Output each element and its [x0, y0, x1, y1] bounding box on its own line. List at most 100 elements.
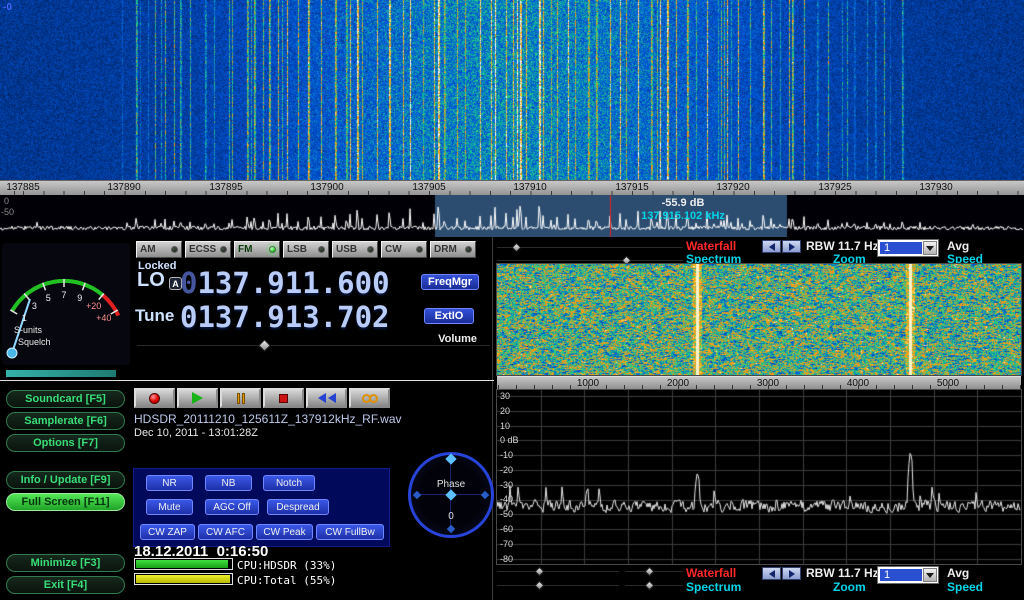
combo-dropdown-button[interactable] — [923, 241, 937, 255]
led-icon — [171, 246, 178, 253]
main-spectrum[interactable]: 0 -50 -55.9 dB 137.915.102 kHz — [0, 195, 1024, 237]
mode-usb[interactable]: USB — [332, 241, 378, 258]
nb-button[interactable]: NB — [205, 475, 252, 491]
main-spectrum-slider-1[interactable] — [497, 581, 619, 591]
db-axis-label: -50 — [500, 509, 513, 519]
led-icon — [220, 246, 227, 253]
svg-text:3: 3 — [32, 301, 37, 311]
volume-slider[interactable] — [137, 341, 490, 351]
tune-frequency-display[interactable]: 0137.913.702 — [180, 300, 390, 334]
main-waterfall[interactable] — [0, 0, 1024, 180]
options-button[interactable]: Options [F7] — [6, 434, 125, 452]
slider-thumb[interactable] — [644, 581, 654, 591]
cpu-hdsdr-text: CPU:HDSDR (33%) — [237, 559, 336, 572]
phase-value: 0 — [411, 511, 491, 522]
panel-divider — [492, 237, 493, 600]
left-arrow-icon — [769, 570, 775, 578]
rbw-label: RBW 11.7 Hz — [806, 239, 879, 253]
slider-thumb[interactable] — [534, 581, 544, 591]
avg-combo[interactable]: 1 — [877, 239, 939, 257]
svg-text:+20: +20 — [86, 301, 101, 311]
right-arrow-icon — [789, 570, 795, 578]
cw-zap-button[interactable]: CW ZAP — [140, 524, 195, 540]
rbw-label-bottom: RBW 11.7 Hz — [806, 566, 879, 580]
db-axis-label: -30 — [500, 480, 513, 490]
despread-button[interactable]: Despread — [267, 499, 329, 515]
zoom-waterfall-canvas[interactable] — [497, 264, 1021, 375]
combo-dropdown-button[interactable] — [923, 568, 937, 582]
phase-bottom-marker-icon — [447, 525, 455, 533]
db-axis-label: -40 — [500, 494, 513, 504]
shift-left-button[interactable] — [762, 240, 781, 253]
led-icon — [465, 246, 472, 253]
waterfall-mode-label-bottom[interactable]: Waterfall — [686, 566, 736, 580]
phase-label: Phase — [411, 479, 491, 490]
mode-lsb[interactable]: LSB — [283, 241, 329, 258]
zoom-waterfall-slider[interactable] — [497, 243, 683, 253]
slider-thumb[interactable] — [534, 567, 544, 577]
cw-afc-button[interactable]: CW AFC — [198, 524, 253, 540]
divider-line — [0, 380, 494, 381]
avg-combo-bottom[interactable]: 1 — [877, 566, 939, 584]
mode-ecss[interactable]: ECSS — [185, 241, 231, 258]
nr-button[interactable]: NR — [146, 475, 193, 491]
rewind-button[interactable] — [306, 388, 347, 408]
shift-right-button[interactable] — [782, 567, 801, 580]
minimize-button[interactable]: Minimize [F3] — [6, 554, 125, 572]
main-waterfall-slider-2[interactable] — [625, 567, 683, 577]
led-icon — [416, 246, 423, 253]
waterfall-mode-label[interactable]: Waterfall — [686, 239, 736, 253]
frequency-scale[interactable]: 137885 137890 137895 137900 137905 13791… — [0, 180, 1024, 195]
extio-button[interactable]: ExtIO — [424, 308, 474, 324]
fullscreen-button[interactable]: Full Screen [F11] — [6, 493, 125, 511]
cw-peak-button[interactable]: CW Peak — [256, 524, 313, 540]
exit-button[interactable]: Exit [F4] — [6, 576, 125, 594]
record-button[interactable] — [134, 388, 175, 408]
cw-fullbw-button[interactable]: CW FullBw — [316, 524, 384, 540]
shift-right-button[interactable] — [782, 240, 801, 253]
zoom-spectrum-display[interactable]: 30 20 10 0 dB -10 -20 -30 -40 -50 -60 -7… — [497, 390, 1021, 564]
mute-button[interactable]: Mute — [146, 499, 193, 515]
rewind-icon — [318, 393, 326, 403]
agc-off-button[interactable]: AGC Off — [205, 499, 259, 515]
phase-dial[interactable]: Phase 0 — [408, 452, 494, 538]
svg-text:5: 5 — [46, 293, 51, 303]
main-waterfall-slider-1[interactable] — [497, 567, 619, 577]
s-meter[interactable]: 13579+20+40 S-units Squelch — [2, 243, 130, 365]
mode-fm[interactable]: FM — [234, 241, 280, 258]
shift-left-button[interactable] — [762, 567, 781, 580]
soundcard-button[interactable]: Soundcard [F5] — [6, 390, 125, 408]
zoom-spectrum-canvas[interactable] — [497, 390, 1021, 564]
mode-am[interactable]: AM — [136, 241, 182, 258]
samplerate-button[interactable]: Samplerate [F6] — [6, 412, 125, 430]
mode-drm[interactable]: DRM — [430, 241, 476, 258]
lo-frequency-display[interactable]: 0137.911.600 — [180, 266, 390, 300]
dropdown-arrow-icon — [926, 246, 934, 251]
info-update-button[interactable]: Info / Update [F9] — [6, 471, 125, 489]
zoom-waterfall-display[interactable] — [497, 264, 1021, 375]
level-bar — [6, 370, 116, 377]
notch-button[interactable]: Notch — [263, 475, 315, 491]
right-arrow-icon — [789, 243, 795, 251]
pause-button[interactable] — [220, 388, 261, 408]
db-axis-label: -10 — [500, 450, 513, 460]
pause-icon — [237, 393, 240, 404]
svg-text:7: 7 — [61, 290, 66, 300]
phase-center-marker-icon — [445, 489, 456, 500]
volume-slider-thumb[interactable] — [258, 339, 271, 352]
band-shift-buttons — [762, 240, 801, 253]
main-spectrum-canvas[interactable] — [0, 195, 1024, 237]
phase-right-marker-icon — [481, 491, 489, 499]
slider-thumb[interactable] — [644, 567, 654, 577]
phase-top-marker-icon — [445, 453, 456, 464]
cpu-total-bar — [134, 573, 233, 585]
freqmgr-button[interactable]: FreqMgr — [421, 274, 479, 290]
main-spectrum-slider-2[interactable] — [625, 581, 683, 591]
mode-cw[interactable]: CW — [381, 241, 427, 258]
slider-thumb[interactable] — [512, 243, 522, 253]
zoom-frequency-scale[interactable]: 1000 2000 3000 4000 5000 — [497, 376, 1021, 389]
play-button[interactable] — [177, 388, 218, 408]
loop-button[interactable] — [349, 388, 390, 408]
stop-button[interactable] — [263, 388, 304, 408]
spectrum-mode-label-bottom[interactable]: Spectrum — [686, 580, 741, 594]
